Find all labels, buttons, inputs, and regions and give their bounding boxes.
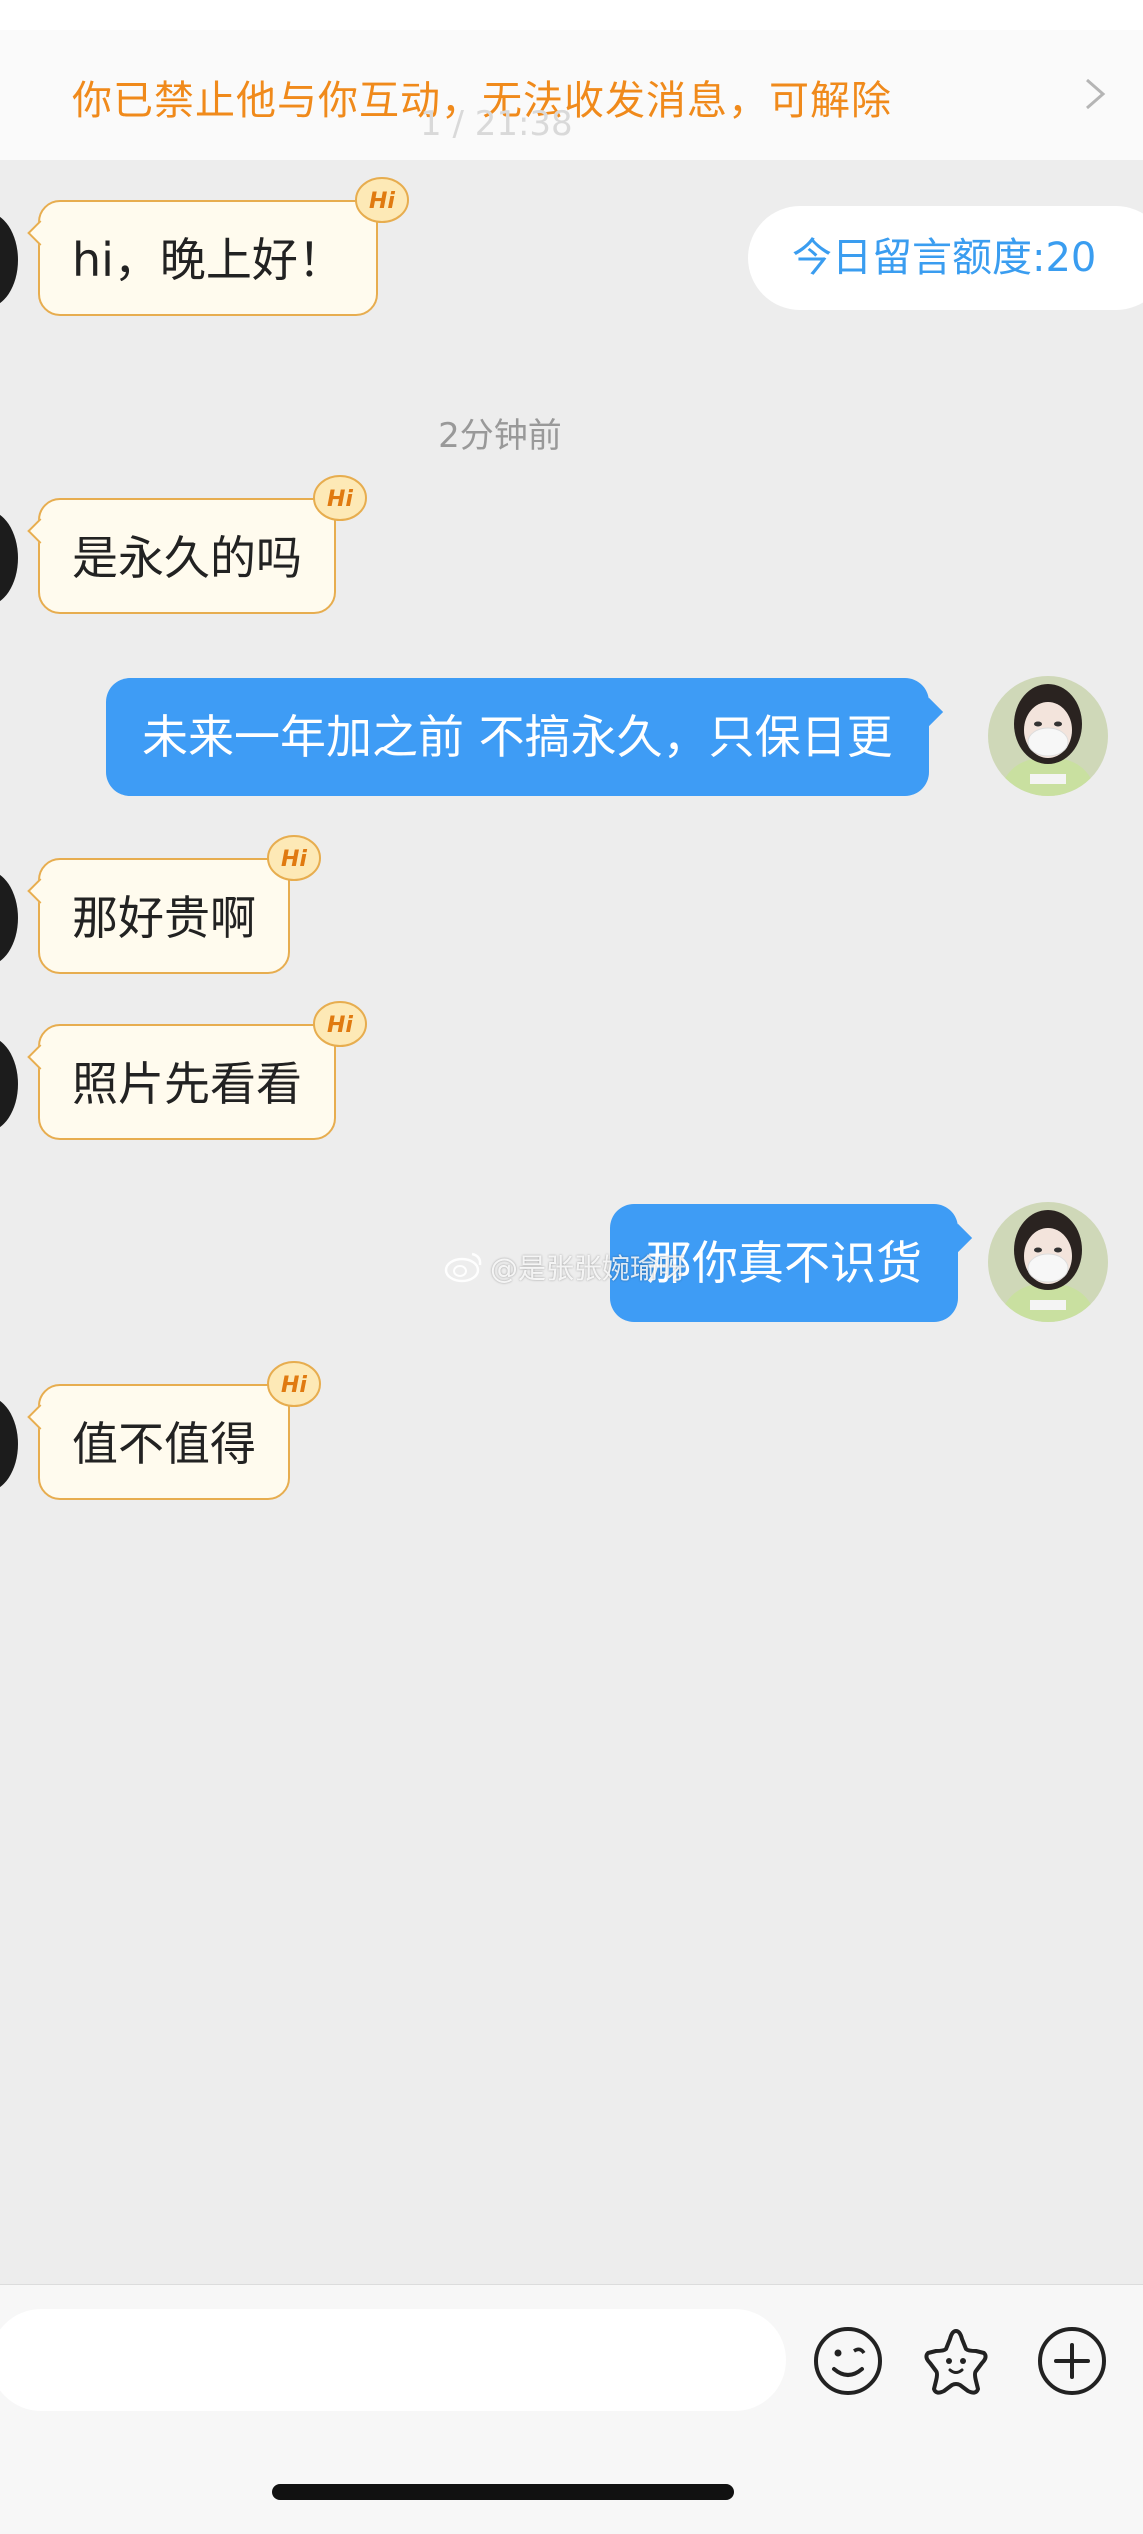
message-text: 是永久的吗 — [72, 531, 302, 585]
message-text: 未来一年加之前 不搞永久，只保日更 — [142, 710, 893, 764]
sender-avatar[interactable] — [0, 1396, 18, 1492]
hi-badge-icon: Hi — [267, 835, 321, 881]
home-indicator — [272, 2484, 734, 2500]
weibo-watermark: @是张张婉瑜呀 — [444, 1246, 686, 1288]
incoming-message[interactable]: 那好贵啊 Hi — [27, 835, 321, 974]
message-quota-pill: 今日留言额度:20 — [748, 206, 1143, 310]
outgoing-message[interactable]: 未来一年加之前 不搞永久，只保日更 — [106, 678, 943, 796]
hidden-timestamp: 1 / 21:38 — [420, 104, 573, 144]
bubble-tail — [27, 878, 53, 904]
bubble-tail — [943, 1223, 973, 1253]
hi-badge-icon: Hi — [313, 1001, 367, 1047]
incoming-message[interactable]: 是永久的吗 Hi — [27, 475, 367, 614]
sender-avatar[interactable] — [0, 870, 18, 966]
message-timestamp: 2分钟前 — [438, 416, 562, 456]
svg-text:Hi: Hi — [327, 1013, 353, 1038]
message-input[interactable] — [0, 2309, 786, 2411]
sender-avatar[interactable] — [0, 212, 18, 308]
incoming-message[interactable]: hi，晚上好！ Hi — [27, 177, 409, 316]
bubble-tail — [27, 518, 53, 544]
avatar-photo — [988, 676, 1108, 796]
hi-badge-icon: Hi — [354, 177, 409, 223]
message-text: 那好贵啊 — [72, 891, 256, 945]
incoming-message[interactable]: 照片先看看 Hi — [27, 1001, 367, 1140]
my-avatar[interactable] — [988, 676, 1108, 796]
weibo-logo-icon — [444, 1252, 482, 1283]
svg-text:Hi: Hi — [281, 1373, 307, 1398]
chat-screen: 你已禁止他与你互动，无法收发消息，可解除 1 / 21:38 今日留言额度:20… — [0, 0, 1143, 2534]
incoming-message[interactable]: 值不值得 Hi — [27, 1361, 321, 1500]
hi-badge-icon: Hi — [267, 1361, 321, 1407]
bubble-tail — [27, 1404, 53, 1430]
message-text: 照片先看看 — [72, 1057, 302, 1111]
hi-badge-icon: Hi — [313, 475, 367, 521]
sender-avatar[interactable] — [0, 510, 18, 606]
message-text: hi，晚上好！ — [72, 233, 344, 287]
bubble-tail — [27, 220, 53, 246]
svg-text:Hi: Hi — [281, 847, 307, 872]
bubble-tail — [914, 697, 943, 727]
add-icon[interactable] — [1032, 2321, 1112, 2401]
message-text: 值不值得 — [72, 1417, 256, 1471]
sticker-star-icon[interactable] — [916, 2321, 996, 2401]
message-text: 那你真不识货 — [646, 1236, 922, 1290]
watermark-text: @是张张婉瑜呀 — [490, 1252, 687, 1285]
svg-text:Hi: Hi — [327, 487, 353, 512]
chevron-right-icon[interactable] — [1077, 74, 1113, 114]
sender-avatar[interactable] — [0, 1036, 18, 1132]
emoji-icon[interactable] — [808, 2321, 888, 2401]
bubble-tail — [27, 1044, 53, 1070]
my-avatar[interactable] — [988, 1202, 1108, 1322]
avatar-photo — [988, 1202, 1108, 1322]
svg-text:Hi: Hi — [369, 189, 395, 214]
